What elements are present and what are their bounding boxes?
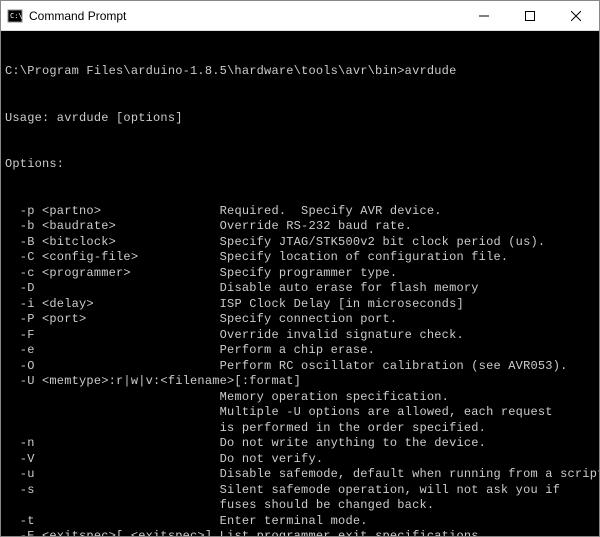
window-titlebar: C:\ Command Prompt [1,1,599,31]
option-flag: -s [5,483,220,499]
option-row: is performed in the order specified. [5,421,595,437]
option-desc: Required. Specify AVR device. [220,204,442,220]
option-desc: Silent safemode operation, will not ask … [220,483,560,499]
option-flag: -P <port> [5,312,220,328]
option-row: -u Disable safemode, default when runnin… [5,467,595,483]
option-row: -D Disable auto erase for flash memory [5,281,595,297]
option-row: -p <partno> Required. Specify AVR device… [5,204,595,220]
window-title: Command Prompt [29,9,461,23]
options-block: -p <partno> Required. Specify AVR device… [5,204,595,537]
minimize-button[interactable] [461,1,507,30]
option-desc: Override invalid signature check. [220,328,464,344]
svg-text:C:\: C:\ [10,12,23,20]
option-desc: Specify connection port. [220,312,398,328]
option-desc: Perform RC oscillator calibration (see A… [220,359,568,375]
option-flag: -i <delay> [5,297,220,313]
option-flag [5,405,220,421]
option-row: Memory operation specification. [5,390,595,406]
option-row: -e Perform a chip erase. [5,343,595,359]
option-row: -c <programmer> Specify programmer type. [5,266,595,282]
option-flag [5,390,220,406]
option-flag: -p <partno> [5,204,220,220]
option-row: -F Override invalid signature check. [5,328,595,344]
option-flag: -n [5,436,220,452]
option-flag [5,421,220,437]
option-desc: Perform a chip erase. [220,343,375,359]
option-flag: -e [5,343,220,359]
option-flag: -c <programmer> [5,266,220,282]
close-button[interactable] [553,1,599,30]
option-flag: -U <memtype>:r|w|v:<filename>[:format] [5,374,308,390]
option-row: -P <port> Specify connection port. [5,312,595,328]
option-flag: -C <config-file> [5,250,220,266]
option-row: -C <config-file> Specify location of con… [5,250,595,266]
option-desc: is performed in the order specified. [220,421,486,437]
option-flag: -b <baudrate> [5,219,220,235]
option-desc: Do not verify. [220,452,324,468]
option-desc: Multiple -U options are allowed, each re… [220,405,553,421]
option-flag: -V [5,452,220,468]
option-flag: -D [5,281,220,297]
option-desc: Memory operation specification. [220,390,449,406]
option-desc: Disable auto erase for flash memory [220,281,479,297]
option-row: -U <memtype>:r|w|v:<filename>[:format] [5,374,595,390]
typed-command: avrdude [405,64,457,80]
option-row: -n Do not write anything to the device. [5,436,595,452]
option-row: -t Enter terminal mode. [5,514,595,530]
option-desc: Disable safemode, default when running f… [220,467,599,483]
option-desc: ISP Clock Delay [in microseconds] [220,297,464,313]
options-header: Options: [5,157,595,173]
option-desc: Do not write anything to the device. [220,436,486,452]
option-flag: -u [5,467,220,483]
option-row: -i <delay> ISP Clock Delay [in microseco… [5,297,595,313]
cmd-icon: C:\ [7,8,23,24]
option-row: -V Do not verify. [5,452,595,468]
option-desc: Enter terminal mode. [220,514,368,530]
option-row: -O Perform RC oscillator calibration (se… [5,359,595,375]
window-controls [461,1,599,30]
option-row: -B <bitclock> Specify JTAG/STK500v2 bit … [5,235,595,251]
option-desc: Specify programmer type. [220,266,398,282]
option-row: -E <exitspec>[,<exitspec>] List programm… [5,529,595,536]
option-desc: List programmer exit specifications. [220,529,486,536]
option-flag: -F [5,328,220,344]
option-flag: -E <exitspec>[,<exitspec>] [5,529,220,536]
option-row: fuses should be changed back. [5,498,595,514]
option-flag: -O [5,359,220,375]
option-flag [5,498,220,514]
console-area[interactable]: C:\Program Files\arduino-1.8.5\hardware\… [1,31,599,536]
prompt-path: C:\Program Files\arduino-1.8.5\hardware\… [5,64,405,80]
option-flag: -B <bitclock> [5,235,220,251]
option-desc: Specify JTAG/STK500v2 bit clock period (… [220,235,546,251]
command-line: C:\Program Files\arduino-1.8.5\hardware\… [5,64,595,80]
option-desc: fuses should be changed back. [220,498,435,514]
option-row: Multiple -U options are allowed, each re… [5,405,595,421]
usage-line: Usage: avrdude [options] [5,111,595,127]
option-row: -s Silent safemode operation, will not a… [5,483,595,499]
option-row: -b <baudrate> Override RS-232 baud rate. [5,219,595,235]
option-desc: Override RS-232 baud rate. [220,219,412,235]
option-flag: -t [5,514,220,530]
option-desc: Specify location of configuration file. [220,250,509,266]
maximize-button[interactable] [507,1,553,30]
